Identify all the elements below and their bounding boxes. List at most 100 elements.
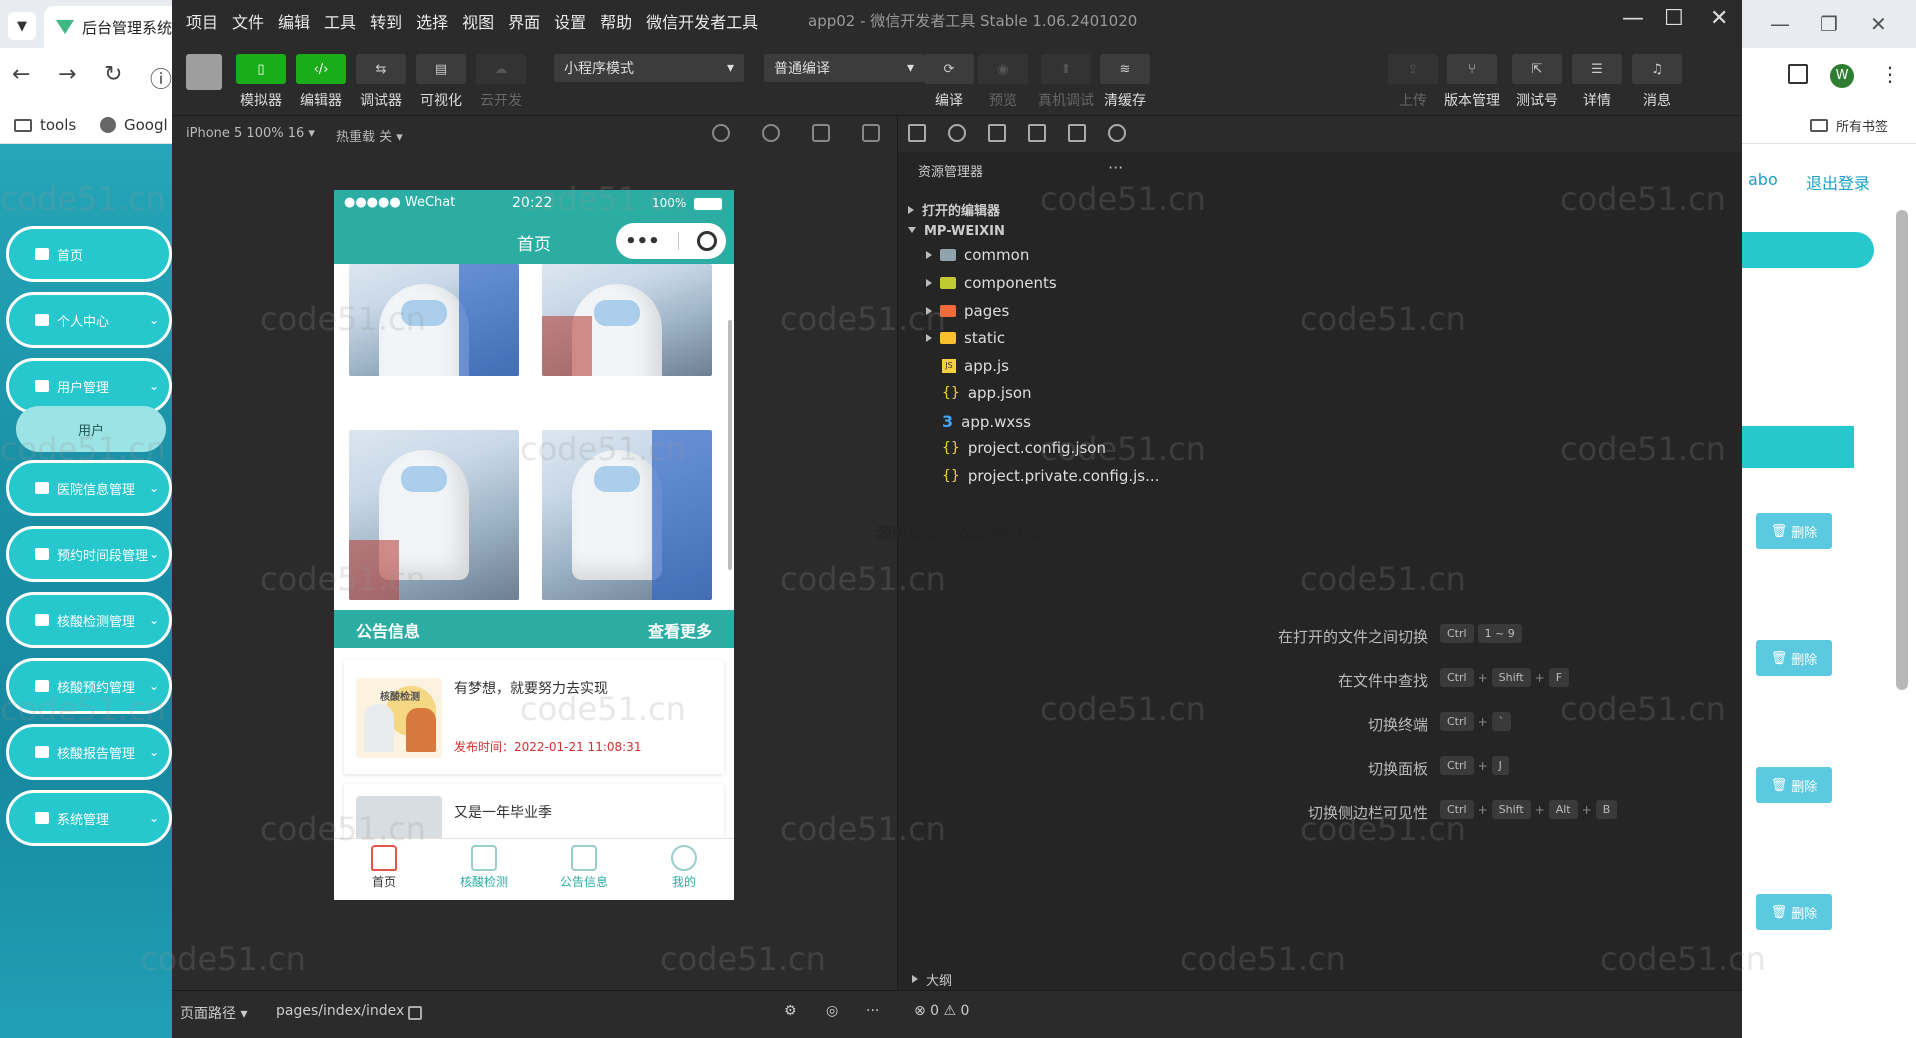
close-target-icon[interactable] [696,231,717,251]
bookmark-google[interactable]: Googl [100,116,168,134]
compile-button[interactable]: ⟳ 编译 [924,54,974,110]
news-photo[interactable] [349,264,519,376]
menu-goto[interactable]: 转到 [370,9,402,33]
user-avatar[interactable] [186,54,222,90]
docker-icon[interactable] [1108,124,1126,142]
phone-scrollbar[interactable] [728,320,732,570]
delete-button[interactable]: 🗑 删除 [1756,894,1832,930]
tree-folder-common[interactable]: common [926,246,1029,264]
news-photo[interactable] [542,264,712,376]
files-icon[interactable] [908,124,926,142]
page-path-select[interactable]: 页面路径 ▾ [180,1003,247,1023]
tree-file-app-json[interactable]: {} app.json [942,384,1032,402]
menu-view[interactable]: 视图 [462,9,494,33]
tree-file-project-private-config[interactable]: {} project.private.config.js... [942,467,1159,485]
device-select[interactable]: iPhone 5 100% 16 ▾ [186,126,315,141]
tree-folder-static[interactable]: static [926,329,1005,347]
admin-menu-system[interactable]: 系统管理 ⌄ [6,790,172,846]
menu-settings[interactable]: 设置 [554,9,586,33]
more-dots-icon[interactable]: ••• [625,231,660,252]
all-bookmarks[interactable]: 所有书签 [1810,116,1888,135]
tab-mine[interactable]: 我的 [634,845,734,890]
tab-home[interactable]: 首页 [334,845,434,890]
admin-menu-home[interactable]: 首页 [6,226,172,282]
admin-menu-profile[interactable]: 个人中心 ⌄ [6,292,172,348]
news-photo[interactable] [349,430,519,600]
bug-icon[interactable]: ⚙ [784,1003,797,1019]
admin-submenu-user[interactable]: 用户 [16,406,166,452]
close-icon[interactable]: ✕ [1710,6,1728,31]
site-info-icon[interactable]: ⓘ [150,62,172,94]
compile-select[interactable]: 普通编译 ▾ [764,54,924,82]
menu-project[interactable]: 项目 [186,9,218,33]
outline-section[interactable]: 大纲 [898,968,1138,990]
menu-edit[interactable]: 编辑 [278,9,310,33]
admin-menu-test[interactable]: 核酸检测管理 ⌄ [6,592,172,648]
sidebar-toggle-icon[interactable] [1788,64,1808,84]
test-account-button[interactable]: ⇱ 测试号 [1512,54,1562,110]
profile-avatar[interactable]: W [1830,64,1854,88]
reload-icon[interactable]: ↻ [104,62,122,87]
editor-button[interactable]: ‹/› 编辑器 [296,54,346,110]
browser-menu-icon[interactable]: ⋮ [1880,62,1900,86]
view-more-link[interactable]: 查看更多 [648,618,712,642]
tab-nucleic-test[interactable]: 核酸检测 [434,845,534,890]
notice-card[interactable]: 又是一年毕业季 [344,784,724,844]
capsule-menu[interactable]: ••• [616,223,726,259]
admin-menu-timeslot[interactable]: 预约时间段管理 ⌄ [6,526,172,582]
menu-file[interactable]: 文件 [232,9,264,33]
upload-button[interactable]: ⇪ 上传 [1388,54,1438,110]
menu-interface[interactable]: 界面 [508,9,540,33]
clear-cache-button[interactable]: ≋ 清缓存 [1100,54,1150,110]
tree-folder-components[interactable]: components [926,274,1057,292]
preview-button[interactable]: ◉ 预览 [978,54,1028,110]
username-link[interactable]: abo [1748,170,1778,189]
hot-reload-toggle[interactable]: 热重载 关 ▾ [336,126,403,145]
bookmark-tools[interactable]: tools [14,116,76,134]
notice-card[interactable]: 核酸检测 有梦想，就要努力去实现 发布时间：2022-01-21 11:08:3… [344,660,724,774]
details-button[interactable]: ☰ 详情 [1572,54,1622,110]
eye-icon[interactable]: ◎ [826,1003,838,1019]
minimize-icon[interactable]: — [1622,6,1644,31]
search-icon[interactable] [948,124,966,142]
tree-file-project-config[interactable]: {} project.config.json [942,439,1106,457]
news-photo[interactable] [542,430,712,600]
admin-menu-report[interactable]: 核酸报告管理 ⌄ [6,724,172,780]
admin-menu-appointment[interactable]: 核酸预约管理 ⌄ [6,658,172,714]
version-button[interactable]: ⑂ 版本管理 [1442,54,1502,110]
record-icon[interactable] [762,124,780,142]
menu-help[interactable]: 帮助 [600,9,632,33]
remote-debug-button[interactable]: ⬆ 真机调试 [1036,54,1096,110]
delete-button[interactable]: 🗑 删除 [1756,767,1832,803]
project-root-section[interactable]: MP-WEIXIN [908,224,1005,239]
close-icon[interactable]: ✕ [1870,12,1887,36]
cloud-button[interactable]: ☁ 云开发 [476,54,526,110]
logout-link[interactable]: 退出登录 [1806,170,1870,194]
more-options-icon[interactable]: ··· [1108,158,1123,177]
open-editors-section[interactable]: 打开的编辑器 [908,200,1000,219]
maximize-icon[interactable]: ❐ [1820,12,1838,36]
menu-devtools[interactable]: 微信开发者工具 [646,9,758,33]
messages-button[interactable]: ♫ 消息 [1632,54,1682,110]
admin-menu-hospital[interactable]: 医院信息管理 ⌄ [6,460,172,516]
popout-icon[interactable] [862,124,880,142]
tree-file-app-wxss[interactable]: 3 app.wxss [942,412,1031,431]
phone-frame-icon[interactable] [812,124,830,142]
page-scrollbar[interactable] [1896,210,1908,690]
minimize-icon[interactable]: — [1770,12,1790,36]
more-icon[interactable]: ··· [866,1003,879,1019]
extensions-icon[interactable] [1028,124,1046,142]
delete-button[interactable]: 🗑 删除 [1756,513,1832,549]
visual-button[interactable]: ▤ 可视化 [416,54,466,110]
delete-button[interactable]: 🗑 删除 [1756,640,1832,676]
tree-folder-pages[interactable]: pages [926,302,1009,320]
rotate-icon[interactable] [712,124,730,142]
storage-icon[interactable] [1068,124,1086,142]
menu-select[interactable]: 选择 [416,9,448,33]
tree-file-app-js[interactable]: JS app.js [942,357,1009,375]
menu-tools[interactable]: 工具 [324,9,356,33]
tab-notice[interactable]: 公告信息 [534,845,634,890]
debugger-button[interactable]: ⇆ 调试器 [356,54,406,110]
simulator-button[interactable]: ▯ 模拟器 [236,54,286,110]
mode-select[interactable]: 小程序模式 ▾ [554,54,744,82]
